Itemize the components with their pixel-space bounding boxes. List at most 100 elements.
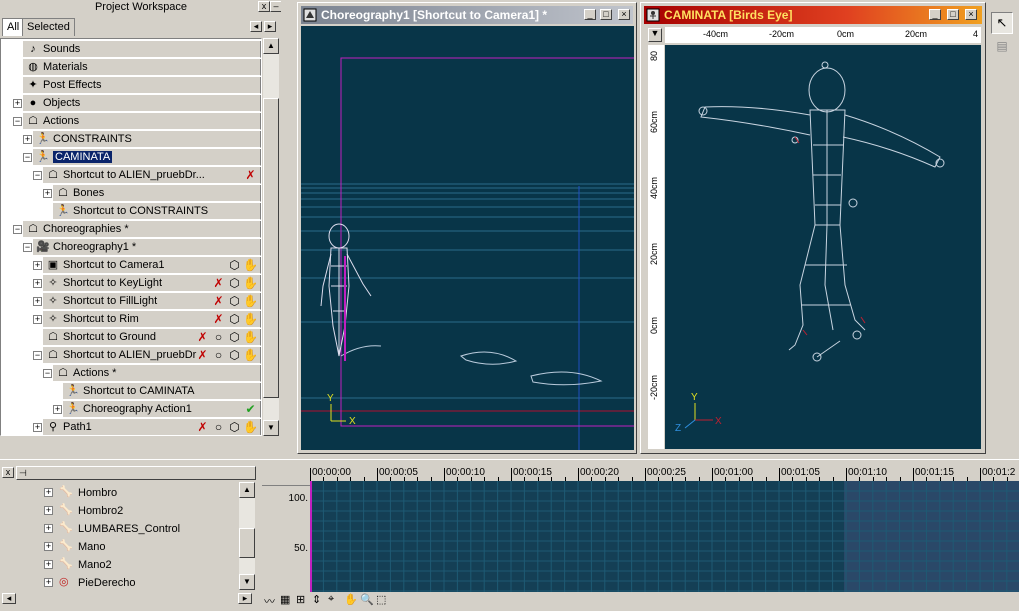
channel-item[interactable]: + 🦴 Mano bbox=[15, 538, 255, 556]
channel-item[interactable]: + 🦴 LUMBARES_Control bbox=[15, 520, 255, 538]
workspace-tree-scrollbar[interactable]: ▲ ▼ bbox=[263, 38, 279, 436]
tree-item-cell[interactable]: ◍ Materials bbox=[23, 59, 261, 76]
tree-item-cell[interactable]: ✦ Post Effects bbox=[23, 77, 261, 94]
collapse-minus-icon[interactable]: − bbox=[33, 351, 42, 360]
expand-plus-icon[interactable]: + bbox=[13, 99, 22, 108]
tabs-scroll-left-icon[interactable]: ◂ bbox=[250, 21, 262, 32]
tree-item[interactable]: + 🏃 CONSTRAINTS bbox=[1, 131, 261, 148]
tree-item-cell[interactable]: 🎥 Choreography1 * bbox=[33, 239, 261, 256]
mute-icon[interactable]: ✗ bbox=[211, 276, 226, 291]
expand-plus-icon[interactable]: + bbox=[33, 423, 42, 432]
cube-icon[interactable]: ⬡ bbox=[227, 294, 242, 309]
hand-tool-icon[interactable]: ✋ bbox=[344, 593, 358, 606]
scroll-up-icon[interactable]: ▲ bbox=[263, 38, 279, 54]
channel-item[interactable]: + ◎ PieDerecho bbox=[15, 574, 255, 590]
expand-plus-icon[interactable]: + bbox=[23, 135, 32, 144]
tree-item[interactable]: 🏃 Shortcut to CONSTRAINTS bbox=[1, 203, 261, 220]
expand-plus-icon[interactable]: + bbox=[33, 261, 42, 270]
select-arrow-icon[interactable]: ↖ bbox=[991, 12, 1013, 34]
tree-item-cell[interactable]: ✧ Shortcut to FillLight ✗ ⬡ ✋ bbox=[43, 293, 261, 310]
tree-item-cell[interactable]: ✧ Shortcut to KeyLight ✗ ⬡ ✋ bbox=[43, 275, 261, 292]
mute-icon[interactable]: ✗ bbox=[195, 330, 210, 345]
cube-icon[interactable]: ⬡ bbox=[227, 348, 242, 363]
tree-item[interactable]: − 🏃 CAMINATA bbox=[1, 149, 261, 166]
close-icon-2[interactable]: × bbox=[965, 9, 977, 20]
mute-icon[interactable]: ✗ bbox=[211, 312, 226, 327]
tree-item[interactable]: + 🏃 Choreography Action1 ✔ bbox=[1, 401, 261, 418]
workspace-close-icon[interactable]: x bbox=[258, 1, 270, 12]
grid-tool-icon[interactable]: ▦ bbox=[280, 593, 290, 606]
tree-item[interactable]: − 🎥 Choreography1 * bbox=[1, 239, 261, 256]
lock-icon[interactable]: ▤ bbox=[991, 36, 1013, 58]
tree-item-cell[interactable]: 🏃 Choreography Action1 ✔ bbox=[63, 401, 261, 418]
tree-item-cell[interactable]: 🏃 Shortcut to CONSTRAINTS bbox=[53, 203, 261, 220]
tree-item-cell[interactable]: 🏃 Shortcut to CAMINATA bbox=[63, 383, 261, 400]
scroll-down-icon-2[interactable]: ▼ bbox=[239, 574, 255, 590]
collapse-minus-icon[interactable]: − bbox=[33, 171, 42, 180]
expand-plus-icon[interactable]: + bbox=[44, 524, 53, 533]
channel-scrollbar[interactable]: ▲ ▼ bbox=[239, 482, 255, 590]
mute-icon[interactable]: ✗ bbox=[243, 168, 258, 183]
expand-plus-icon[interactable]: + bbox=[44, 542, 53, 551]
tree-item[interactable]: + ✧ Shortcut to FillLight ✗ ⬡ ✋ bbox=[1, 293, 261, 310]
tree-item-cell[interactable]: ☖ Shortcut to ALIEN_pruebDr... ✗ bbox=[43, 167, 261, 184]
circle-icon[interactable]: ○ bbox=[211, 330, 226, 345]
tree-item[interactable]: + ⚲ Path1 ✗ ○ ⬡ ✋ bbox=[1, 419, 261, 435]
tree-item[interactable]: − ☖ Actions * bbox=[1, 365, 261, 382]
channel-hscroll[interactable]: ◂ ▸ bbox=[0, 590, 262, 607]
tree-item[interactable]: + ● Objects bbox=[1, 95, 261, 112]
tree-item-cell[interactable]: ▣ Shortcut to Camera1 ⬡ ✋ bbox=[43, 257, 261, 274]
box-select-icon[interactable]: ⬚ bbox=[376, 593, 386, 606]
time-ruler[interactable]: 00:00:00 00:00:05 00:00:10 00:00:15 00:00:20… bbox=[310, 465, 1019, 482]
cube-icon[interactable]: ⬡ bbox=[227, 312, 242, 327]
circle-icon[interactable]: ○ bbox=[211, 348, 226, 363]
channel-item[interactable]: + 🦴 Hombro2 bbox=[15, 502, 255, 520]
hand-icon[interactable]: ✋ bbox=[243, 258, 258, 273]
scroll-right-icon[interactable]: ▸ bbox=[238, 593, 252, 604]
tree-item[interactable]: ♪ Sounds bbox=[1, 41, 261, 58]
viewport-choreography-canvas[interactable]: Y X bbox=[301, 26, 634, 450]
expand-plus-icon[interactable]: + bbox=[44, 560, 53, 569]
scroll-up-icon-2[interactable]: ▲ bbox=[239, 482, 255, 498]
bezier-tool-icon[interactable]: 〰 bbox=[264, 593, 275, 609]
scroll-down-icon[interactable]: ▼ bbox=[263, 420, 279, 436]
channel-item[interactable]: + 🦴 Hombro bbox=[15, 484, 255, 502]
tabs-scroll-right-icon[interactable]: ▸ bbox=[264, 21, 276, 32]
horizontal-splitter[interactable] bbox=[0, 459, 1019, 463]
expand-plus-icon[interactable]: + bbox=[33, 315, 42, 324]
cube-icon[interactable]: ⬡ bbox=[227, 420, 242, 435]
tree-item[interactable]: − ☖ Shortcut to ALIEN_pruebDr... ✗ bbox=[1, 167, 261, 184]
fit-tool-icon[interactable]: ⇕ bbox=[312, 593, 321, 606]
tree-item[interactable]: − ☖ Shortcut to ALIEN_pruebDr ✗ ○ ⬡ ✋ bbox=[1, 347, 261, 364]
tree-item[interactable]: − ☖ Choreographies * bbox=[1, 221, 261, 238]
tree-item[interactable]: 🏃 Shortcut to CAMINATA bbox=[1, 383, 261, 400]
collapse-minus-icon[interactable]: − bbox=[23, 243, 32, 252]
tree-item-cell[interactable]: ♪ Sounds bbox=[23, 41, 261, 58]
maximize-icon-2[interactable]: □ bbox=[947, 9, 959, 20]
scroll-thumb-2[interactable] bbox=[239, 528, 255, 558]
cube-icon[interactable]: ⬡ bbox=[227, 258, 242, 273]
timeline-hscroll[interactable] bbox=[412, 592, 1019, 609]
expand-plus-icon[interactable]: + bbox=[53, 405, 62, 414]
expand-plus-icon[interactable]: + bbox=[44, 488, 53, 497]
tree-item-cell[interactable]: ● Objects bbox=[23, 95, 261, 112]
tree-item[interactable]: ✦ Post Effects bbox=[1, 77, 261, 94]
check-icon[interactable]: ✔ bbox=[243, 402, 258, 417]
tree-item-cell[interactable]: ⚲ Path1 ✗ ○ ⬡ ✋ bbox=[43, 419, 261, 435]
tree-item[interactable]: − ☖ Actions bbox=[1, 113, 261, 130]
hand-icon[interactable]: ✋ bbox=[243, 312, 258, 327]
mute-icon[interactable]: ✗ bbox=[211, 294, 226, 309]
hand-icon[interactable]: ✋ bbox=[243, 420, 258, 435]
tree-item-cell[interactable]: 🏃 CAMINATA bbox=[33, 149, 261, 166]
hand-icon[interactable]: ✋ bbox=[243, 294, 258, 309]
tree-item-cell[interactable]: ☖ Actions bbox=[23, 113, 261, 130]
mute-icon[interactable]: ✗ bbox=[195, 420, 210, 435]
minimize-icon[interactable]: _ bbox=[584, 9, 596, 20]
viewport-choreography[interactable]: Choreography1 [Shortcut to Camera1] * _ … bbox=[297, 2, 637, 454]
view-menu-chevron-down-icon[interactable]: ▼ bbox=[648, 28, 662, 42]
expand-plus-icon[interactable]: + bbox=[43, 189, 52, 198]
cube-icon[interactable]: ⬡ bbox=[227, 276, 242, 291]
collapse-minus-icon[interactable]: − bbox=[23, 153, 32, 162]
key-tool-icon[interactable]: ⌖ bbox=[328, 593, 334, 606]
frame-tool-icon[interactable]: ⊞ bbox=[296, 593, 305, 606]
